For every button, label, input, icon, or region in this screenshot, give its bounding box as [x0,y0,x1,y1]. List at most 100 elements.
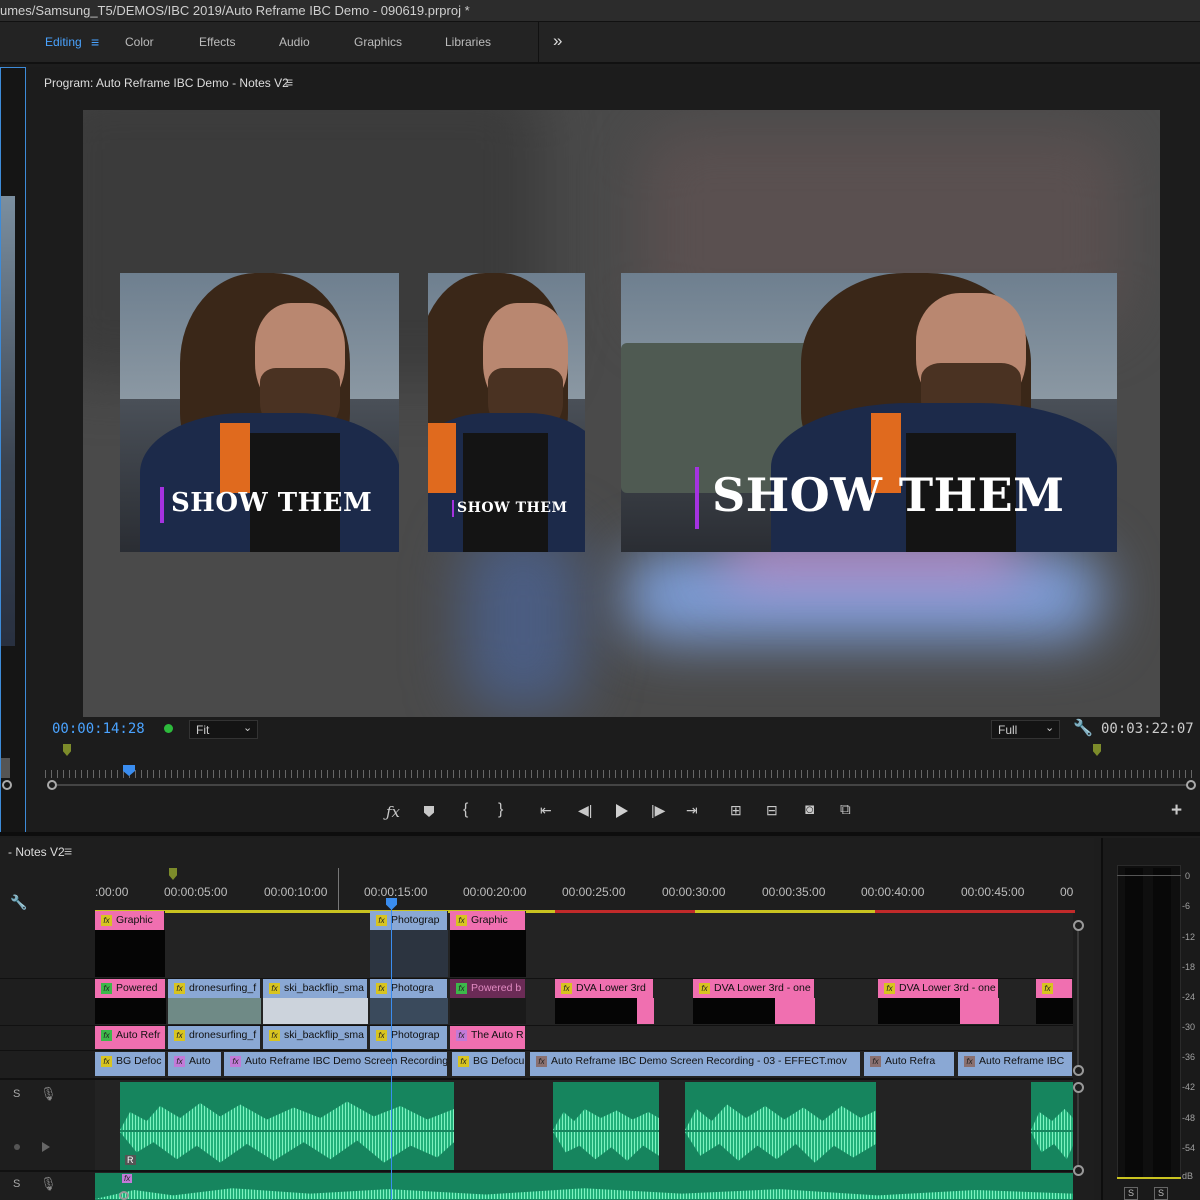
timeline-clip[interactable]: fx Auto Reframe IBC Demo Screen Recording… [224,1052,448,1076]
clip-label: Photograp [391,1029,440,1041]
timeline-clip[interactable]: fx Auto [168,1052,222,1076]
audio-clip[interactable]: R [120,1082,454,1170]
timeline-clip[interactable]: fx ski_backflip_sma [263,1026,368,1049]
audio-clip[interactable]: fx [95,1173,1073,1200]
source-zoom-handle[interactable] [2,780,12,790]
extract-icon[interactable]: ⊟ [766,802,778,819]
microphone-icon[interactable]: 🎙 [40,1176,57,1192]
clip-thumbnail [263,998,368,1024]
meter-scale-label: -12 [1182,932,1196,942]
go-to-out-icon[interactable]: ⇥ [686,802,698,819]
add-button-icon[interactable]: + [1171,800,1182,822]
double-chevron-right-icon[interactable]: » [553,31,562,51]
vertical-scrollbar[interactable] [1077,931,1079,1065]
workspace-menu-icon[interactable]: ≡ [91,34,99,50]
timeline-clip[interactable]: fx DVA Lower 3rd [555,979,654,998]
clip-label: DVA Lower 3rd - one [714,982,811,994]
timeline-clip[interactable]: fx Graphic [95,911,165,930]
audio-clip[interactable] [1031,1082,1073,1170]
timeline-clip[interactable]: fx [1036,979,1073,998]
panel-divider [0,832,1200,836]
timeline-sequence-tab[interactable]: - Notes V2 [8,845,65,859]
solo-right-button[interactable]: S [1154,1187,1168,1200]
timeline-playhead-line [391,908,392,1200]
timeline-clip[interactable]: fx Photogra [370,979,448,998]
play-icon[interactable] [615,804,629,818]
resolution-select[interactable]: Full ⌄ [991,720,1060,739]
timeline-clip[interactable]: fx BG Defocu [452,1052,526,1076]
panel-menu-icon[interactable]: ≡ [64,843,72,859]
ruler-tick: 00:00:15:00 [364,885,428,899]
microphone-icon[interactable]: 🎙 [40,1086,57,1102]
source-scroll-handle[interactable] [1,758,10,778]
workspace-tab-graphics[interactable]: Graphics [354,35,402,49]
clip-label: DVA Lower 3rd [576,982,646,994]
premiere-window: umes/Samsung_T5/DEMOS/IBC 2019/Auto Refr… [0,0,1200,1200]
timeline-clip[interactable]: fx Powered [95,979,166,998]
fit-select[interactable]: Fit ⌄ [189,720,258,739]
wrench-icon[interactable]: 🔧 [10,894,27,911]
title-accent-bar [695,467,699,529]
solo-button[interactable]: S [13,1088,20,1100]
ruler-tick: 00:00:30:00 [662,885,726,899]
workspace-tab-editing[interactable]: Editing [45,35,82,49]
workspace-tab-libraries[interactable]: Libraries [445,35,491,49]
timeline-clip[interactable]: fx Photograp [370,1026,448,1049]
current-timecode[interactable]: 00:00:14:28 [52,721,145,737]
program-video-canvas[interactable]: SHOW THEM SHOW THEM SHOW THEM [83,110,1160,717]
go-to-in-icon[interactable]: ⇤ [540,802,552,819]
lift-icon[interactable]: ⊞ [730,802,742,819]
track-divider [0,1078,1073,1080]
monitor-zoom-bar[interactable] [57,784,1187,786]
meter-scale-label: -36 [1182,1052,1196,1062]
timeline-clip[interactable]: fx Auto Refra [864,1052,955,1076]
solo-button[interactable]: S [13,1178,20,1190]
vertical-zoom-handle[interactable] [1073,1082,1084,1093]
timeline-clip[interactable]: fx The Auto R [450,1026,526,1049]
zoom-handle-left[interactable] [47,780,57,790]
mark-out-icon[interactable]: } [498,801,503,819]
timeline-clip[interactable]: fx Auto Reframe IBC Demo Screen Recording… [530,1052,861,1076]
workspace-tab-effects[interactable]: Effects [199,35,235,49]
solo-left-button[interactable]: S [1124,1187,1138,1200]
play-arrow-icon[interactable] [42,1142,50,1152]
zoom-handle-right[interactable] [1186,780,1196,790]
timeline-clip[interactable]: fx Graphic [450,911,526,930]
timeline-clip[interactable]: fx Auto Reframe IBC [958,1052,1073,1076]
timeline-clip[interactable]: fx dronesurfing_f [168,979,261,998]
step-back-icon[interactable]: ◀| [578,802,592,819]
timeline-clip[interactable]: fx dronesurfing_f [168,1026,261,1049]
workspace-tab-color[interactable]: Color [125,35,154,49]
vertical-scrollbar[interactable] [1077,1093,1079,1165]
source-monitor-panel[interactable] [0,67,26,833]
mark-in-icon[interactable]: { [463,801,468,819]
step-forward-icon[interactable]: |▶ [651,802,665,819]
audio-waveform [685,1104,876,1130]
timeline-clip[interactable]: fx ski_backflip_sma [263,979,368,998]
fx-toggle-icon[interactable]: ƒx [386,803,400,821]
wrench-icon[interactable]: 🔧 [1073,718,1093,738]
vertical-zoom-handle[interactable] [1073,1065,1084,1076]
timeline-clip[interactable]: fx DVA Lower 3rd - one [693,979,815,998]
clip-thumbnail [450,930,526,977]
vertical-zoom-handle[interactable] [1073,920,1084,931]
clip-thumbnail [693,998,775,1024]
panel-menu-icon[interactable]: ≡ [285,74,293,90]
audio-clip[interactable] [685,1082,876,1170]
timeline-clip[interactable]: fx BG Defoc [95,1052,166,1076]
clip-tail [637,998,654,1024]
horizontal-zoom-handle[interactable] [119,1191,129,1200]
timeline-clip[interactable]: fx Auto Refr [95,1026,166,1049]
comparison-view-icon[interactable]: ⧉ [840,801,851,818]
frame-tee [463,433,548,552]
timeline-clip[interactable]: fx Powered b [450,979,526,998]
timeline-clip[interactable]: fx Photograp [370,911,448,930]
keyframe-dot-icon[interactable] [14,1144,20,1150]
frame-title: SHOW THEM [457,500,568,516]
audio-clip[interactable] [553,1082,659,1170]
monitor-time-ruler[interactable] [45,770,1195,778]
workspace-tab-audio[interactable]: Audio [279,35,310,49]
camera-icon[interactable]: ◙ [805,801,814,818]
vertical-zoom-handle[interactable] [1073,1165,1084,1176]
timeline-clip[interactable]: fx DVA Lower 3rd - one [878,979,999,998]
